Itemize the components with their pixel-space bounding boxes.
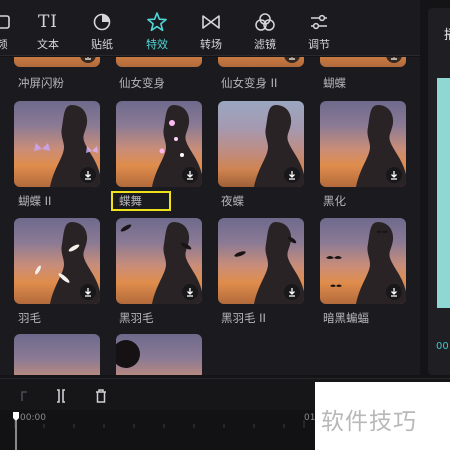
effect-name: 冲屏闪粉 (18, 76, 64, 90)
download-icon[interactable] (80, 167, 96, 183)
tool-effects-label: 特效 (146, 38, 168, 51)
split-icon[interactable] (52, 387, 70, 405)
effect-card-butterfly-dance[interactable] (116, 101, 202, 187)
effect-card-feather[interactable] (14, 218, 100, 304)
timeline-start-time: 00:00 (20, 413, 46, 423)
undo-icon[interactable] (16, 387, 34, 405)
tool-effects[interactable]: 特效 (133, 0, 181, 56)
timeline-end-time: 01 (304, 413, 316, 423)
download-icon[interactable] (284, 167, 300, 183)
effect-card-dark-bats[interactable] (320, 218, 406, 304)
tool-sticker[interactable]: 贴纸 (78, 0, 126, 56)
tool-filter[interactable]: 滤镜 (241, 0, 289, 56)
effect-card[interactable] (320, 57, 406, 67)
text-icon: TI (37, 12, 59, 32)
sticker-icon (78, 11, 126, 33)
effects-grid: 冲屏闪粉 仙女变身 仙女变身 II 蝴蝶 蝴蝶 II 蝶舞 夜蝶 黑化 羽毛 黑… (0, 57, 420, 375)
download-icon[interactable] (182, 284, 198, 300)
adjust-icon (295, 11, 343, 33)
tool-sticker-label: 贴纸 (91, 38, 113, 51)
media-icon (0, 11, 26, 33)
watermark: 软件技巧 (315, 382, 450, 450)
effect-card-black-feather[interactable] (116, 218, 202, 304)
tool-adjust[interactable]: 调节 (295, 0, 343, 56)
playhead-marker[interactable] (13, 412, 19, 450)
watermark-text: 软件技巧 (321, 409, 417, 435)
tool-adjust-label: 调节 (308, 38, 330, 51)
effect-name: 夜蝶 (221, 194, 244, 208)
tool-text[interactable]: TI 文本 (24, 0, 72, 56)
tool-transition[interactable]: 转场 (187, 0, 235, 56)
effect-card-black-feather-ii[interactable] (218, 218, 304, 304)
effect-name: 暗黑蝙蝠 (323, 311, 369, 325)
effect-name: 仙女变身 (119, 76, 165, 90)
tool-transition-label: 转场 (200, 38, 222, 51)
player-panel: 播 00 (428, 8, 450, 375)
filter-icon (241, 11, 289, 33)
download-icon[interactable] (386, 284, 402, 300)
effect-name: 蝴蝶 II (18, 194, 52, 208)
tool-filter-label: 滤镜 (254, 38, 276, 51)
effect-name: 羽毛 (18, 311, 41, 325)
effect-name: 蝴蝶 (323, 76, 346, 90)
delete-icon[interactable] (92, 387, 110, 405)
player-preview (437, 78, 450, 308)
tool-text-label: 文本 (37, 38, 59, 51)
effect-card[interactable] (116, 57, 202, 67)
effect-card-night-butterfly[interactable] (218, 101, 304, 187)
transition-icon (187, 11, 235, 33)
effect-name: 仙女变身 II (221, 76, 278, 90)
effects-star-icon (133, 11, 181, 33)
effect-name: 黑化 (323, 194, 346, 208)
effect-card[interactable] (218, 57, 304, 67)
download-icon[interactable] (386, 167, 402, 183)
download-icon[interactable] (182, 167, 198, 183)
download-icon[interactable] (284, 284, 300, 300)
effect-name: 黑羽毛 (119, 311, 154, 325)
player-time: 00 (436, 341, 449, 352)
effect-card-darken[interactable] (320, 101, 406, 187)
tool-media-label: 频 (0, 38, 8, 51)
tool-media[interactable]: 频 (0, 0, 26, 56)
effect-card[interactable] (14, 57, 100, 67)
effect-card[interactable] (14, 334, 100, 375)
effect-card[interactable] (116, 334, 202, 375)
player-tab-label[interactable]: 播 (444, 24, 450, 43)
download-icon[interactable] (80, 284, 96, 300)
effects-toolbar: 频 TI 文本 贴纸 特效 转场 滤镜 调节 (0, 0, 420, 56)
highlight-box (111, 191, 171, 211)
effect-card-butterfly-ii[interactable] (14, 101, 100, 187)
effect-name: 黑羽毛 II (221, 311, 266, 325)
